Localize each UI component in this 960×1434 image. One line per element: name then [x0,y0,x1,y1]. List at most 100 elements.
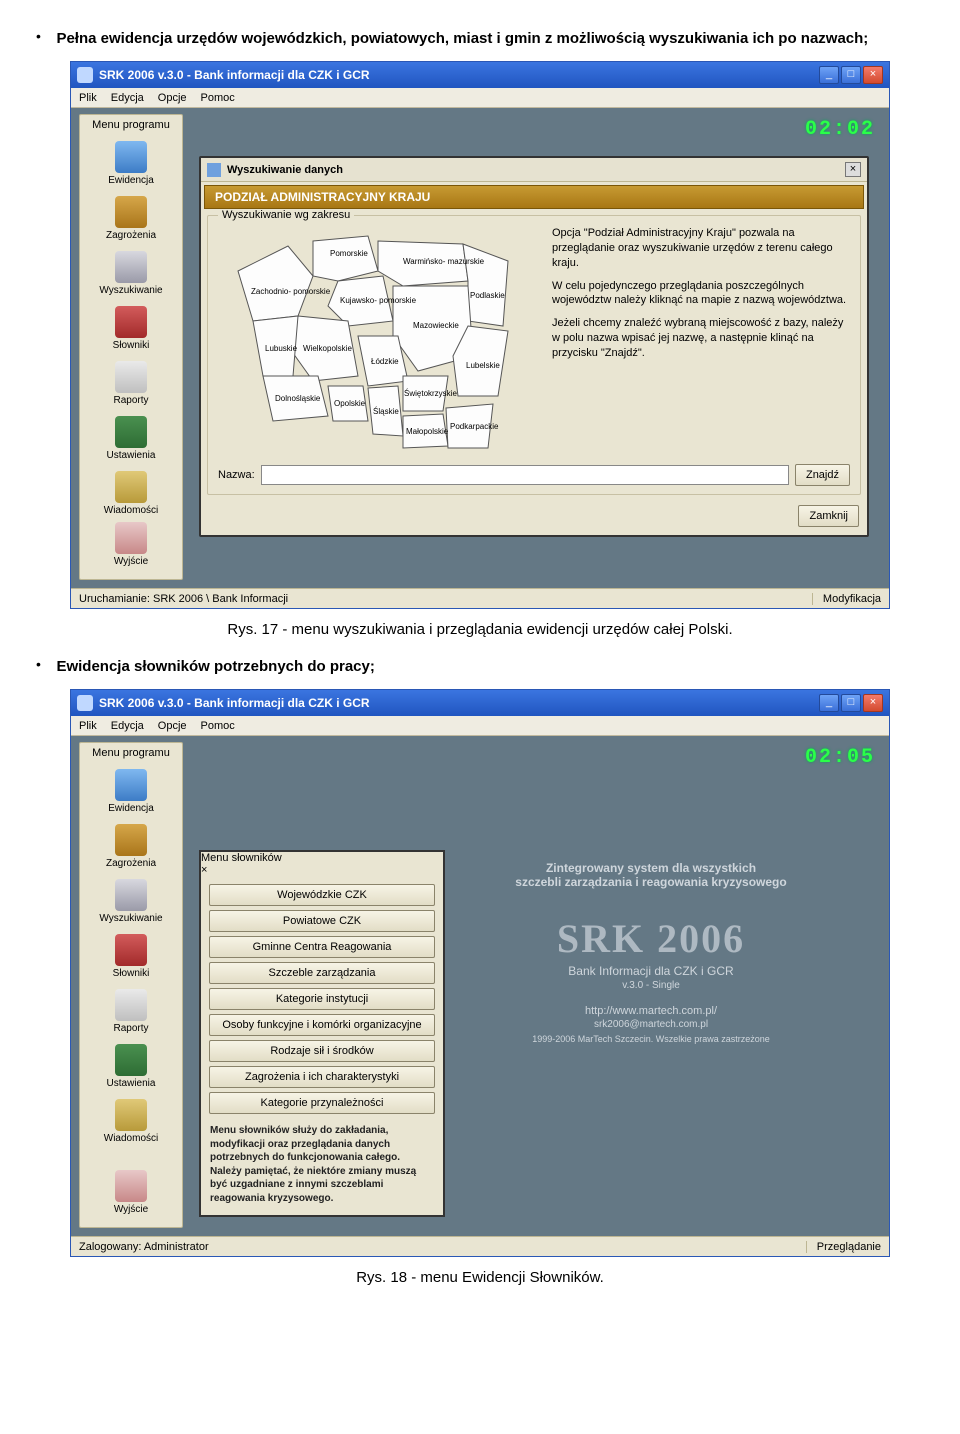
dialog-icon [207,163,221,177]
find-button[interactable]: Znajdź [795,464,850,486]
status-bar: Zalogowany: Administrator Przeglądanie [71,1236,889,1256]
dict-help-text: Menu słowników służy do zakładania, mody… [201,1124,443,1215]
search-dialog: Wyszukiwanie danych × PODZIAŁ ADMINISTRA… [199,156,869,537]
dict-btn-szczeble[interactable]: Szczeble zarządzania [209,962,435,984]
sidebar-item-ewidencja[interactable]: Ewidencja [80,763,182,818]
poland-map: Pomorskie Warmińsko- mazurskie Zachodnio… [218,226,538,456]
sidebar-item-wyjscie[interactable]: Wyjście [80,1164,182,1219]
sidebar-item-wyjscie[interactable]: Wyjście [80,516,182,571]
svg-text:Podkarpackie: Podkarpackie [450,422,499,431]
region-pomorskie[interactable] [313,236,378,281]
sidebar-item-wiadomosci[interactable]: Wiadomości [80,465,182,520]
region-zachodniopomorskie[interactable] [238,246,313,321]
menu-edycja[interactable]: Edycja [111,92,144,104]
group-legend: Wyszukiwanie wg zakresu [218,209,354,221]
sidebar-item-raporty[interactable]: Raporty [80,983,182,1038]
svg-text:Świętokrzyskie: Świętokrzyskie [404,389,457,398]
svg-text:Opolskie: Opolskie [334,399,366,408]
sidebar-item-slowniki[interactable]: Słowniki [80,300,182,355]
clock-display: 02:05 [805,746,875,769]
message-icon [115,471,147,503]
sidebar-item-ustawienia[interactable]: Ustawienia [80,1038,182,1093]
status-bar: Uruchamianie: SRK 2006 \ Bank Informacji… [71,588,889,608]
dialog-ribbon: PODZIAŁ ADMINISTRACYJNY KRAJU [204,185,864,209]
bullet-1: Pełna ewidencja urzędów wojewódzkich, po… [56,30,868,47]
dict-btn-kategorie-instytucji[interactable]: Kategorie instytucji [209,988,435,1010]
caption-1: Rys. 17 - menu wyszukiwania i przeglądan… [36,621,924,638]
gear-icon [115,1044,147,1076]
dialog-close-button[interactable]: × [845,162,861,177]
sidebar-item-wyszukiwanie[interactable]: Wyszukiwanie [80,873,182,928]
sidebar-item-slowniki[interactable]: Słowniki [80,928,182,983]
svg-text:Śląskie: Śląskie [373,407,399,416]
screenshot-2: SRK 2006 v.3.0 - Bank informacji dla CZK… [70,689,890,1257]
menu-opcje[interactable]: Opcje [158,720,187,732]
menu-bar: Plik Edycja Opcje Pomoc [71,88,889,108]
title-bar: SRK 2006 v.3.0 - Bank informacji dla CZK… [71,690,889,716]
sidebar-item-zagrozenia[interactable]: Zagrożenia [80,190,182,245]
caption-2: Rys. 18 - menu Ewidencji Słowników. [36,1269,924,1286]
menu-pomoc[interactable]: Pomoc [201,92,235,104]
menu-plik[interactable]: Plik [79,720,97,732]
close-button[interactable]: × [863,694,883,712]
clock-display: 02:02 [805,118,875,141]
info-p2: W celu pojedynczego przeglądania poszcze… [552,279,850,309]
side-panel-title: Menu programu [80,115,182,135]
app-icon [77,695,93,711]
sidebar-item-wyszukiwanie[interactable]: Wyszukiwanie [80,245,182,300]
dialog-title: Menu słowników [201,852,443,864]
sidebar-item-raporty[interactable]: Raporty [80,355,182,410]
warning-icon [115,196,147,228]
menu-plik[interactable]: Plik [79,92,97,104]
svg-text:Łódzkie: Łódzkie [371,357,399,366]
dialog-close-btn[interactable]: Zamknij [798,505,859,527]
app-icon [77,67,93,83]
exit-icon [115,522,147,554]
sidebar-item-ustawienia[interactable]: Ustawienia [80,410,182,465]
info-p1: Opcja "Podział Administracyjny Kraju" po… [552,226,850,271]
close-button[interactable]: × [863,66,883,84]
sidebar-item-zagrozenia[interactable]: Zagrożenia [80,818,182,873]
background-branding: Zintegrowany system dla wszystkich szcze… [431,861,871,1044]
window-title: SRK 2006 v.3.0 - Bank informacji dla CZK… [99,68,819,82]
svg-text:Lubelskie: Lubelskie [466,361,500,370]
dialog-close-button[interactable]: × [201,864,443,876]
menu-opcje[interactable]: Opcje [158,92,187,104]
svg-text:Lubuskie: Lubuskie [265,344,298,353]
dict-btn-rodzaje[interactable]: Rodzaje sił i środków [209,1040,435,1062]
name-input[interactable] [261,465,789,485]
dict-btn-zagrozenia[interactable]: Zagrożenia i ich charakterystyki [209,1066,435,1088]
dict-btn-kategorie-przynaleznosci[interactable]: Kategorie przynależności [209,1092,435,1114]
status-left: Zalogowany: Administrator [79,1241,806,1253]
minimize-button[interactable]: _ [819,694,839,712]
dict-btn-powiatowe[interactable]: Powiatowe CZK [209,910,435,932]
screenshot-1: SRK 2006 v.3.0 - Bank informacji dla CZK… [70,61,890,609]
dict-btn-gminne[interactable]: Gminne Centra Reagowania [209,936,435,958]
sidebar-item-ewidencja[interactable]: Ewidencja [80,135,182,190]
side-panel: Menu programu Ewidencja Zagrożenia Wyszu… [79,742,183,1228]
menu-pomoc[interactable]: Pomoc [201,720,235,732]
title-bar: SRK 2006 v.3.0 - Bank informacji dla CZK… [71,62,889,88]
side-panel-title: Menu programu [80,743,182,763]
bullet-2: Ewidencja słowników potrzebnych do pracy… [56,658,374,675]
warning-icon [115,824,147,856]
svg-text:Podlaskie: Podlaskie [470,291,505,300]
gear-icon [115,416,147,448]
minimize-button[interactable]: _ [819,66,839,84]
report-icon [115,989,147,1021]
book-icon [115,934,147,966]
sidebar-item-wiadomosci[interactable]: Wiadomości [80,1093,182,1148]
maximize-button[interactable]: □ [841,66,861,84]
svg-text:Kujawsko- pomorskie: Kujawsko- pomorskie [340,296,417,305]
folder-icon [115,769,147,801]
menu-edycja[interactable]: Edycja [111,720,144,732]
dict-btn-wojewodzkie[interactable]: Wojewódzkie CZK [209,884,435,906]
report-icon [115,361,147,393]
exit-icon [115,1170,147,1202]
side-panel: Menu programu Ewidencja Zagrożenia Wyszu… [79,114,183,580]
maximize-button[interactable]: □ [841,694,861,712]
status-left: Uruchamianie: SRK 2006 \ Bank Informacji [79,593,812,605]
status-right: Przeglądanie [806,1241,881,1253]
svg-text:Warmińsko- mazurskie: Warmińsko- mazurskie [403,257,485,266]
dict-btn-osoby[interactable]: Osoby funkcyjne i komórki organizacyjne [209,1014,435,1036]
